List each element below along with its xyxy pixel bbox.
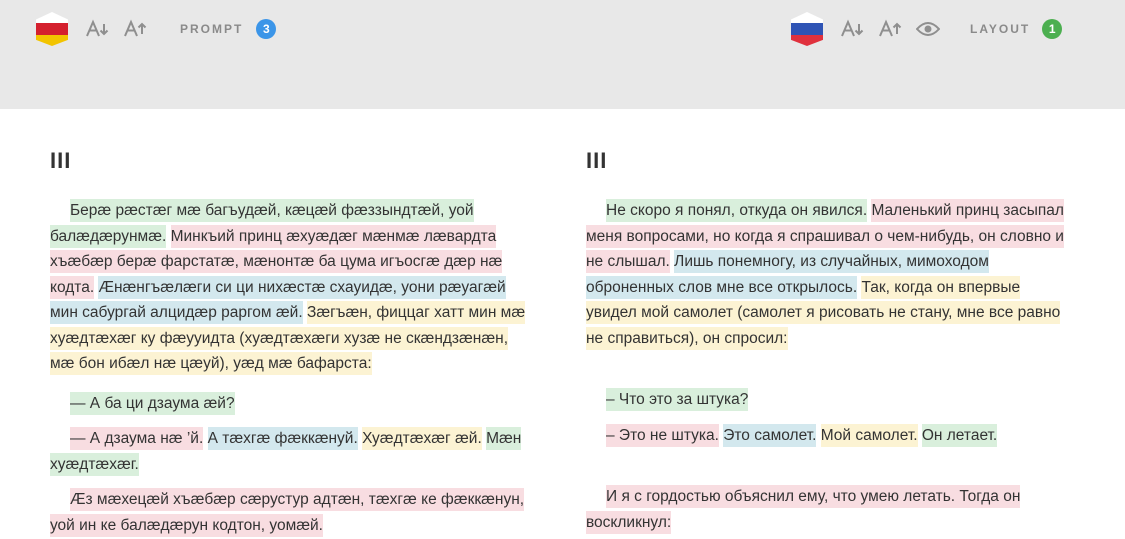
source-text-column: III Берæ рæстæг мæ багъудæй, кæцæй фæззы… [50,148,530,538]
sentence[interactable]: Æз мæхецæй хъæбæр сæрустур адтæн, тæхгæ … [50,488,525,537]
layout-label[interactable]: LAYOUT [970,22,1030,36]
paragraph: И я с гордостью объяснил ему, что умею л… [586,484,1066,535]
sentence[interactable]: Мой самолет. [820,423,918,447]
chapter-heading: III [586,148,608,173]
font-decrease-icon[interactable] [841,17,865,41]
sentence[interactable]: – Что это за штука? [606,388,749,411]
flag-stripe-white [36,12,68,24]
paragraph: — А дзаума нæ ’й. А тæхгæ фæккæнуй. Хуæд… [50,426,530,477]
flag-stripe-red [36,23,68,35]
prompt-label[interactable]: PROMPT [180,22,243,36]
flag-stripe-white [791,12,823,24]
paragraph: – Это не штука. Это самолет. Мой самолет… [586,423,1066,449]
chapter-heading: III [50,148,72,173]
sentence[interactable]: – Это не штука. [606,423,719,447]
sentence[interactable]: Это самолет. [723,423,817,447]
translation-text-column: III Не скоро я понял, откуда он явился. … [586,148,1066,535]
paragraph: Берæ рæстæг мæ багъудæй, кæцæй фæззындтæ… [50,198,530,377]
font-increase-icon[interactable] [879,17,903,41]
sentence[interactable]: Он летает. [921,423,998,447]
sentence[interactable]: И я с гордостью объяснил ему, что умею л… [586,485,1021,534]
right-toolbar: LAYOUT 1 [791,12,1063,46]
font-increase-icon[interactable] [124,17,148,41]
russian-flag-icon[interactable] [791,12,823,46]
left-toolbar: PROMPT 3 [36,12,277,46]
ossetian-flag-icon[interactable] [36,12,68,46]
sentence[interactable]: Не скоро я понял, откуда он явился. [606,199,868,222]
eye-icon[interactable] [916,17,940,41]
layout-count-badge: 1 [1042,19,1063,39]
sentence[interactable]: А тæхгæ фæккæнуй. [207,427,358,450]
sentence[interactable]: — А ба ци дзаума æй? [70,391,235,415]
sentence[interactable]: Хуæдтæхæг æй. [362,427,482,450]
font-decrease-icon[interactable] [86,17,110,41]
flag-stripe-blue [791,23,823,35]
sentence[interactable]: — А дзаума нæ ’й. [70,427,204,450]
paragraph: Æз мæхецæй хъæбæр сæрустур адтæн, тæхгæ … [50,487,530,538]
prompt-count-badge: 3 [256,19,277,39]
paragraph: — А ба ци дзаума æй? [50,391,530,417]
paragraph: Не скоро я понял, откуда он явился. Мале… [586,198,1066,351]
paragraph: – Что это за штука? [586,387,1066,413]
